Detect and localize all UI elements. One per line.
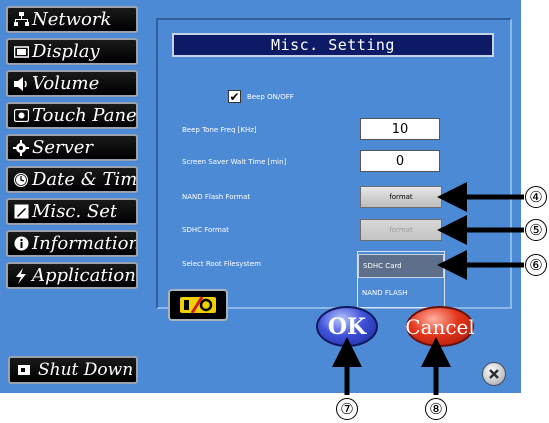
callout-7: ⑦ <box>336 398 358 420</box>
callout-5: ⑤ <box>525 219 547 241</box>
callout-4: ④ <box>525 186 547 208</box>
annotation-arrows <box>332 182 524 395</box>
callout-6: ⑥ <box>525 254 547 276</box>
callout-8: ⑧ <box>425 398 447 420</box>
